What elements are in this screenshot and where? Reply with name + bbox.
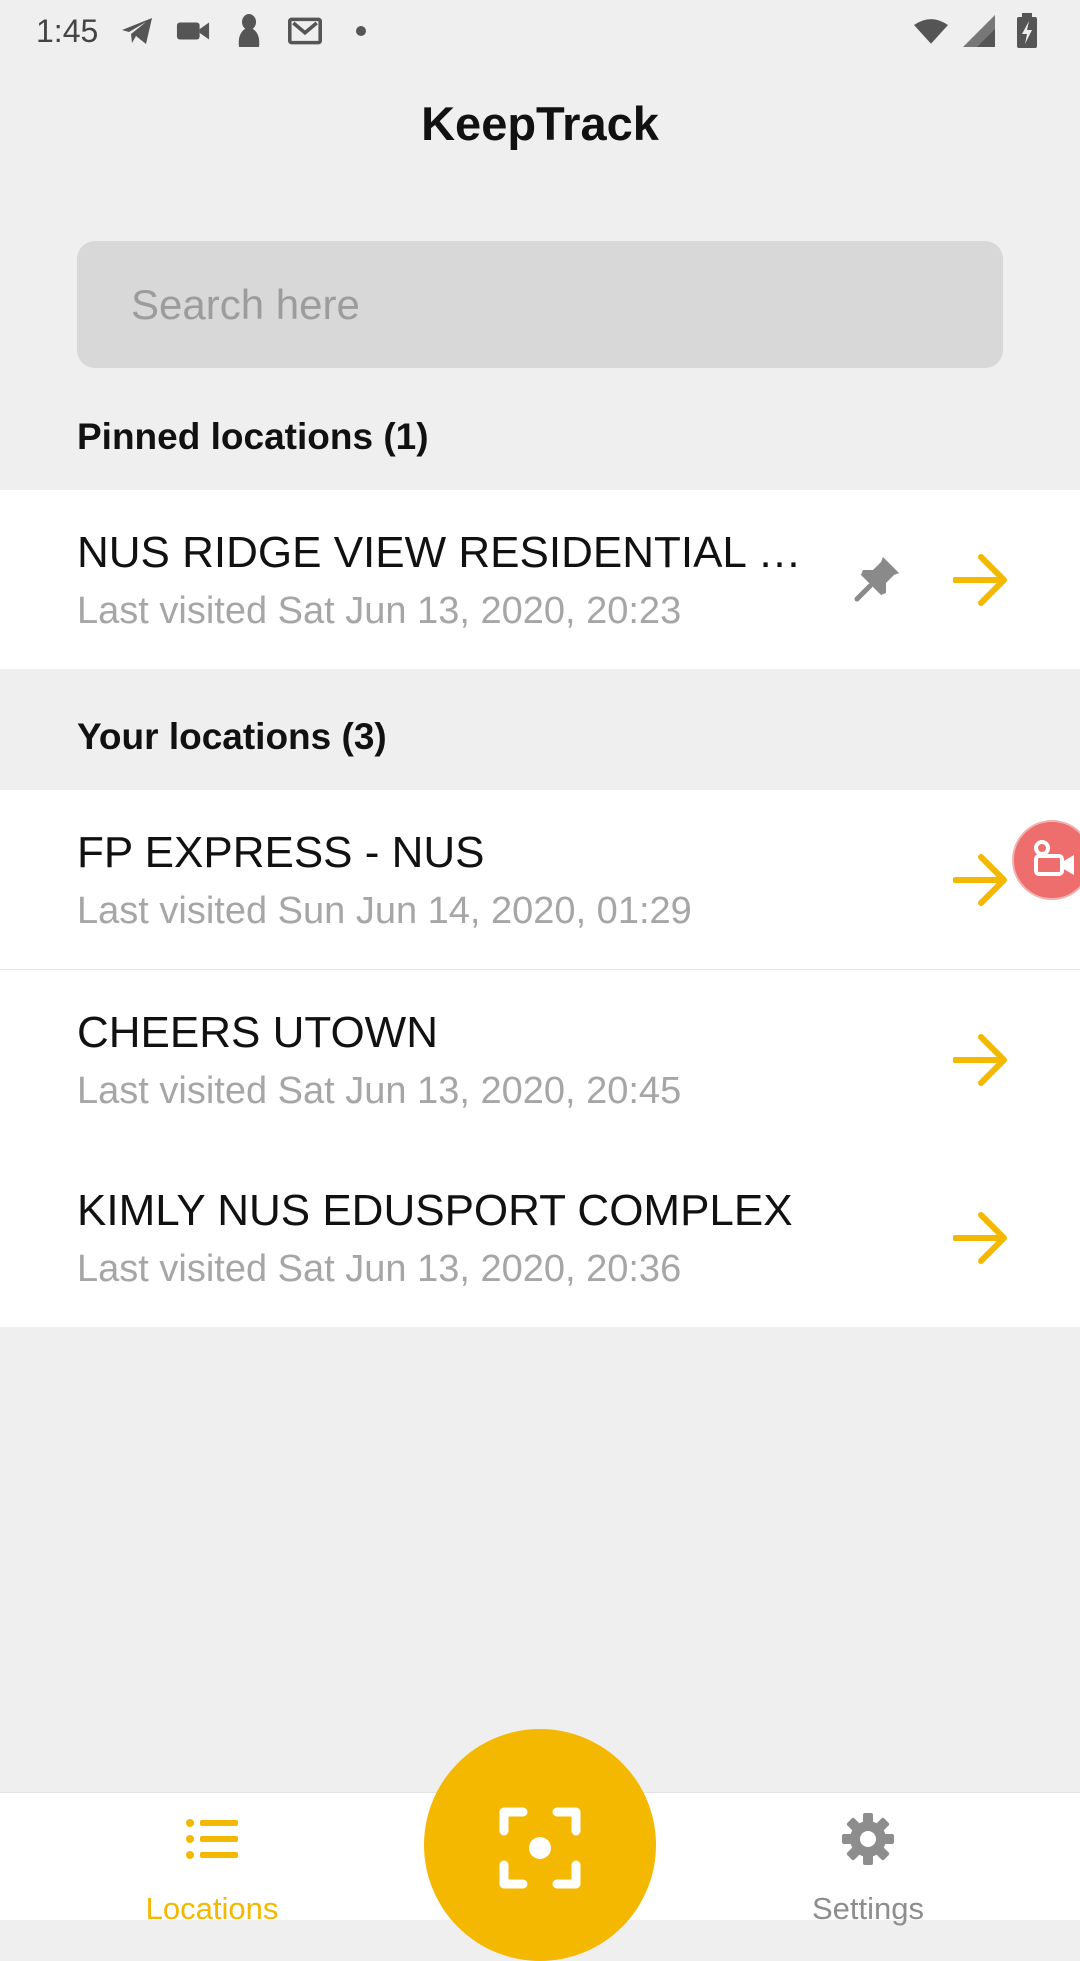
search-box[interactable] <box>77 241 1003 368</box>
nav-settings[interactable]: Settings <box>748 1811 988 1927</box>
pinned-locations-header: Pinned locations (1) <box>77 416 429 457</box>
telegram-icon <box>120 14 154 48</box>
your-locations-header: Your locations (3) <box>77 716 387 757</box>
arrow-right-icon[interactable] <box>952 552 1010 608</box>
dot-icon <box>344 14 378 48</box>
search-input[interactable] <box>129 279 1003 330</box>
arrow-right-icon[interactable] <box>952 1032 1010 1088</box>
list-item[interactable]: CHEERS UTOWN Last visited Sat Jun 13, 20… <box>0 969 1080 1148</box>
last-visited-text: Last visited Sun Jun 14, 2020, 01:29 <box>77 890 692 932</box>
location-name: KIMLY NUS EDUSPORT COMPLEX <box>77 1186 793 1235</box>
status-bar-left: 1:45 <box>36 13 378 50</box>
app-title: KeepTrack <box>421 97 659 150</box>
video-camera-icon <box>176 14 210 48</box>
pinned-locations-list: NUS RIDGE VIEW RESIDENTIAL C... Last vis… <box>0 490 1080 669</box>
location-name: CHEERS UTOWN <box>77 1008 438 1057</box>
signal-icon <box>962 14 996 48</box>
penguin-icon <box>232 14 266 48</box>
nav-locations[interactable]: Locations <box>92 1811 332 1927</box>
status-time: 1:45 <box>36 12 99 49</box>
gmail-icon <box>288 14 323 48</box>
arrow-right-icon[interactable] <box>952 852 1010 908</box>
wifi-icon <box>914 14 948 48</box>
nav-settings-label: Settings <box>811 1891 924 1926</box>
pin-icon[interactable] <box>848 548 908 608</box>
last-visited-text: Last visited Sat Jun 13, 2020, 20:45 <box>77 1070 682 1112</box>
status-bar-right <box>914 13 1044 48</box>
your-locations-list: FP EXPRESS - NUS Last visited Sun Jun 14… <box>0 790 1080 1327</box>
arrow-right-icon[interactable] <box>952 1210 1010 1266</box>
last-visited-text: Last visited Sat Jun 13, 2020, 20:36 <box>77 1248 682 1290</box>
location-name: NUS RIDGE VIEW RESIDENTIAL C... <box>77 528 817 577</box>
location-name: FP EXPRESS - NUS <box>77 828 485 877</box>
list-icon <box>92 1811 332 1867</box>
gear-icon <box>748 1811 988 1867</box>
list-item[interactable]: KIMLY NUS EDUSPORT COMPLEX Last visited … <box>0 1148 1080 1327</box>
last-visited-text: Last visited Sat Jun 13, 2020, 20:23 <box>77 590 682 632</box>
status-bar: 1:45 <box>0 0 1080 62</box>
record-camera-icon <box>1032 839 1076 881</box>
list-item[interactable]: FP EXPRESS - NUS Last visited Sun Jun 14… <box>0 790 1080 969</box>
scan-button[interactable] <box>424 1729 656 1961</box>
nav-locations-label: Locations <box>145 1891 279 1926</box>
battery-charging-icon <box>1010 13 1044 48</box>
list-item[interactable]: NUS RIDGE VIEW RESIDENTIAL C... Last vis… <box>0 490 1080 669</box>
qr-scan-icon <box>499 1807 581 1894</box>
